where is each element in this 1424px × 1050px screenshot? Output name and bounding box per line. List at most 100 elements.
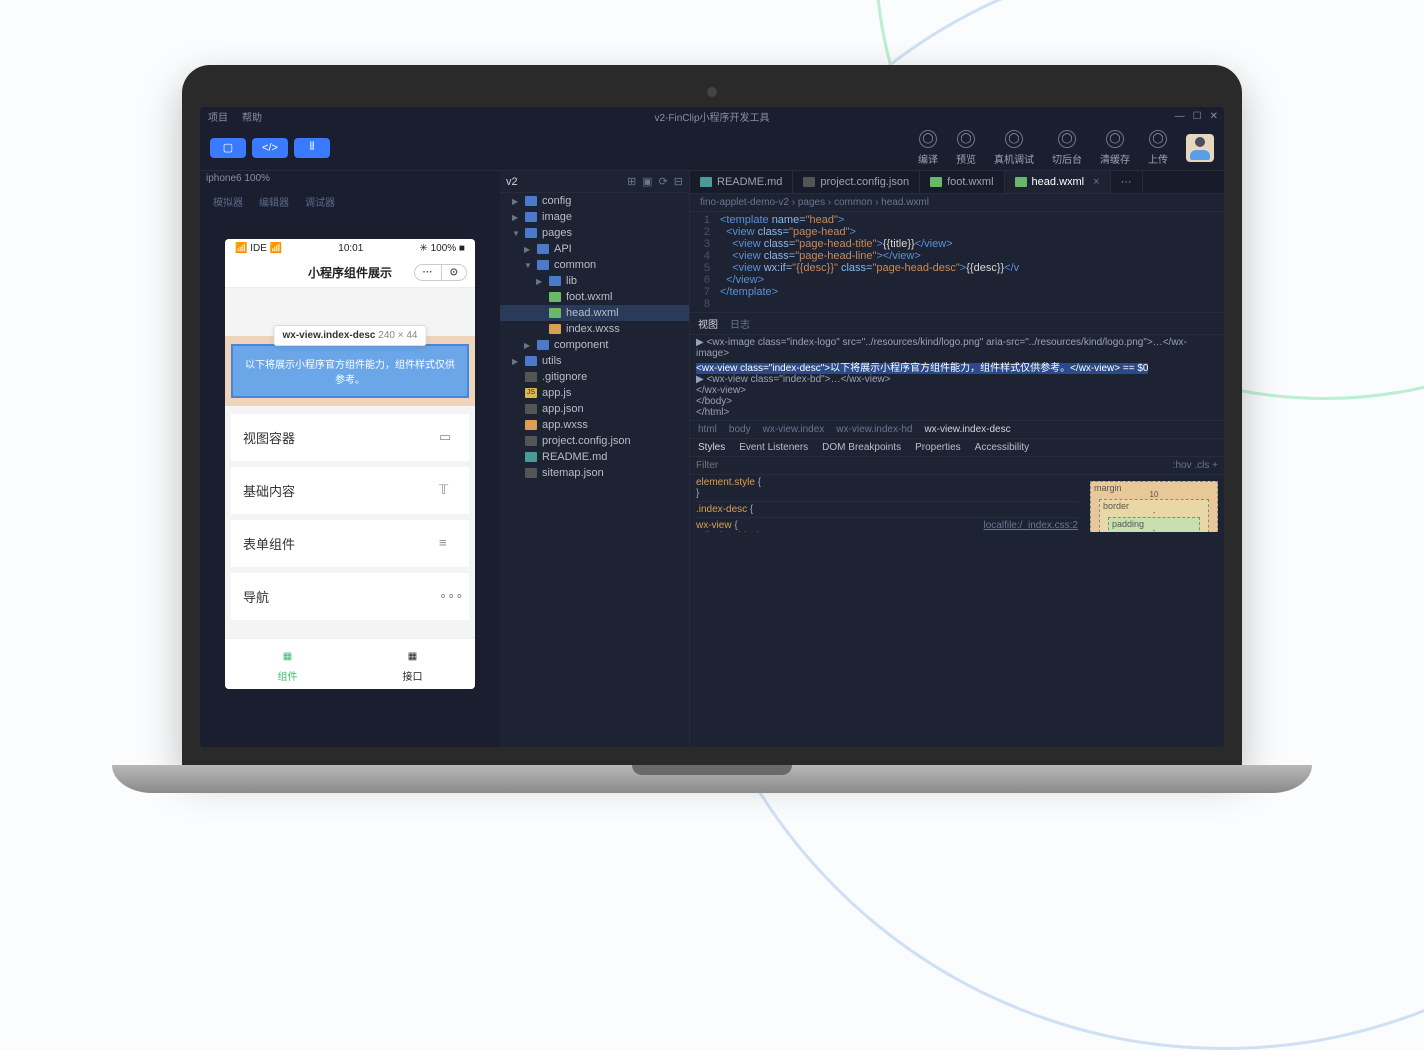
refresh-icon[interactable]: ⟳	[659, 175, 668, 188]
new-file-icon[interactable]: ⊞	[627, 175, 636, 188]
crumb-item[interactable]: wx-view.index-hd	[836, 424, 912, 435]
expand-icon[interactable]: ▶	[512, 357, 520, 366]
styles-subtab[interactable]: Event Listeners	[739, 442, 808, 453]
folder-icon	[525, 196, 537, 206]
expand-icon[interactable]: ▼	[512, 229, 520, 238]
simulator-mode-button[interactable]: ▢	[210, 138, 246, 158]
dom-breadcrumb[interactable]: html body wx-view.index wx-view.index-hd wx-…	[690, 420, 1224, 439]
folder-icon	[525, 356, 537, 366]
file-tree-node[interactable]: JSapp.js	[500, 385, 689, 401]
file-tree-node[interactable]: ▶component	[500, 337, 689, 353]
laptop-base	[112, 765, 1312, 793]
toolbar-action-清缓存[interactable]: ◯清缓存	[1100, 130, 1130, 166]
file-tree-node[interactable]: .gitignore	[500, 369, 689, 385]
close-icon[interactable]: ✕	[1210, 111, 1218, 122]
close-tab-icon[interactable]: ×	[1093, 176, 1099, 188]
styles-filter-input[interactable]	[690, 457, 1167, 474]
device-label[interactable]: iphone6 100%	[200, 171, 500, 189]
component-list-item[interactable]: 表单组件≡	[231, 520, 469, 567]
crumb-item[interactable]: wx-view.index-desc	[924, 424, 1010, 435]
devtools-tab[interactable]: 日志	[730, 316, 750, 331]
styles-subtab[interactable]: DOM Breakpoints	[822, 442, 901, 453]
file-tree-node[interactable]: index.wxss	[500, 321, 689, 337]
ide-window: 项目帮助 v2-FinClip小程序开发工具 — ☐ ✕ ▢ </> ⫴ 模拟器…	[200, 107, 1224, 747]
component-list-item[interactable]: 基础内容𝕋	[231, 467, 469, 514]
json-icon	[525, 404, 537, 414]
expand-icon[interactable]: ▶	[512, 213, 520, 222]
action-icon: ◯	[1149, 130, 1167, 148]
editor-tab[interactable]: foot.wxml	[920, 171, 1004, 193]
devtools-tab[interactable]: 视图	[698, 316, 718, 331]
styles-subtab[interactable]: Styles	[698, 442, 725, 453]
styles-subtab[interactable]: Accessibility	[975, 442, 1029, 453]
styles-subtab[interactable]: Properties	[915, 442, 961, 453]
toolbar-action-切后台[interactable]: ◯切后台	[1052, 130, 1082, 166]
breadcrumb[interactable]: fino-applet-demo-v2 › pages › common › h…	[690, 194, 1224, 212]
file-tree-node[interactable]: project.config.json	[500, 433, 689, 449]
folder-icon	[525, 228, 537, 238]
highlighted-element[interactable]: 以下将展示小程序官方组件能力，组件样式仅供参考。	[231, 344, 469, 398]
toolbar-action-上传[interactable]: ◯上传	[1148, 130, 1168, 166]
expand-icon[interactable]: ▶	[524, 341, 532, 350]
expand-icon[interactable]: ▶	[524, 245, 532, 254]
expand-icon[interactable]: ▶	[536, 277, 544, 286]
file-icon	[525, 372, 537, 382]
action-icon: ◯	[919, 130, 937, 148]
avatar[interactable]	[1186, 134, 1214, 162]
file-tree-node[interactable]: sitemap.json	[500, 465, 689, 481]
tab-接口[interactable]: ▦接口	[350, 639, 475, 689]
expand-icon[interactable]: ▼	[524, 261, 532, 270]
style-rules[interactable]: element.style {}.index-desc {</span></di…	[690, 475, 1084, 532]
component-list-item[interactable]: 视图容器▭	[231, 414, 469, 461]
file-tree-node[interactable]: ▶API	[500, 241, 689, 257]
folder-icon	[537, 244, 549, 254]
editor-tab[interactable]: project.config.json	[793, 171, 920, 193]
tab-icon: ▦	[231, 645, 344, 668]
file-tree-node[interactable]: foot.wxml	[500, 289, 689, 305]
minimize-icon[interactable]: —	[1175, 111, 1185, 122]
file-tree-node[interactable]: ▼pages	[500, 225, 689, 241]
file-tree-node[interactable]: ▶config	[500, 193, 689, 209]
component-list-item[interactable]: 导航∘∘∘	[231, 573, 469, 620]
crumb-item[interactable]: html	[698, 424, 717, 435]
action-icon: ◯	[1058, 130, 1076, 148]
expand-icon[interactable]: ▶	[512, 197, 520, 206]
menu-item[interactable]: 项目	[208, 109, 228, 124]
file-tree-node[interactable]: app.wxss	[500, 417, 689, 433]
file-icon	[1015, 177, 1027, 187]
code-area[interactable]: 1<template name="head">2 <view class="pa…	[690, 212, 1224, 312]
toolbar-action-真机调试[interactable]: ◯真机调试	[994, 130, 1034, 166]
file-tree-node[interactable]: ▶lib	[500, 273, 689, 289]
file-tree-node[interactable]: ▼common	[500, 257, 689, 273]
crumb-item[interactable]: wx-view.index	[763, 424, 825, 435]
file-tree-node[interactable]: ▶utils	[500, 353, 689, 369]
project-root[interactable]: v2	[506, 176, 518, 188]
status-battery: ✳ 100% ■	[419, 243, 465, 254]
crumb-item[interactable]: body	[729, 424, 751, 435]
hov-toggle[interactable]: :hov .cls +	[1167, 457, 1224, 474]
debugger-mode-button[interactable]: ⫴	[294, 138, 330, 158]
mode-label: 编辑器	[256, 194, 292, 209]
file-tree-node[interactable]: head.wxml	[500, 305, 689, 321]
folder-icon	[537, 260, 549, 270]
line-number: 5	[690, 262, 720, 274]
dom-tree[interactable]: ▶ <wx-image class="index-logo" src="../r…	[690, 335, 1224, 420]
collapse-icon[interactable]: ⊟	[674, 175, 683, 188]
file-tree-node[interactable]: README.md	[500, 449, 689, 465]
toolbar-action-预览[interactable]: ◯预览	[956, 130, 976, 166]
file-icon	[930, 177, 942, 187]
file-tree-node[interactable]: ▶image	[500, 209, 689, 225]
list-item-icon: ≡	[439, 535, 457, 553]
editor-mode-button[interactable]: </>	[252, 138, 288, 158]
editor-tab[interactable]: README.md	[690, 171, 793, 193]
maximize-icon[interactable]: ☐	[1193, 111, 1202, 122]
menu-item[interactable]: 帮助	[242, 109, 262, 124]
more-tabs-icon[interactable]: ···	[1111, 171, 1143, 193]
line-number: 7	[690, 286, 720, 298]
toolbar-action-编译[interactable]: ◯编译	[918, 130, 938, 166]
file-tree-node[interactable]: app.json	[500, 401, 689, 417]
editor-tab[interactable]: head.wxml×	[1005, 171, 1111, 193]
capsule-button[interactable]: ··· ⊙	[414, 264, 467, 281]
tab-组件[interactable]: ▦组件	[225, 639, 350, 689]
new-folder-icon[interactable]: ▣	[642, 175, 652, 188]
